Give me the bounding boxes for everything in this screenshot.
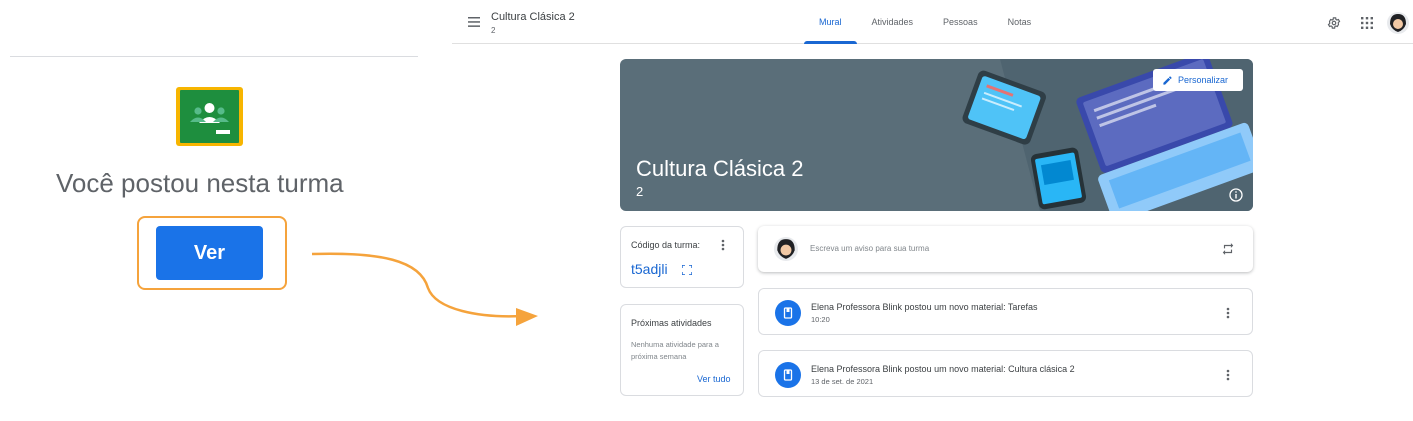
view-all-link[interactable]: Ver tudo — [697, 374, 731, 384]
tab-atividades[interactable]: Atividades — [857, 0, 929, 44]
upcoming-empty-message: Nenhuma atividade para a próxima semana — [631, 340, 719, 361]
divider — [10, 56, 418, 57]
post-time: 10:20 — [811, 315, 830, 324]
top-bar: Cultura Clásica 2 2 Mural Atividades Pes… — [452, 0, 1413, 44]
class-section: 2 — [491, 26, 496, 35]
view-button[interactable]: Ver — [156, 226, 263, 280]
upcoming-title: Próximas atividades — [631, 318, 712, 328]
post-time: 13 de set. de 2021 — [811, 377, 874, 386]
material-icon — [775, 362, 801, 388]
class-code-card: Código da turma: t5adjli — [620, 226, 744, 288]
customize-label: Personalizar — [1178, 75, 1229, 85]
banner-title: Cultura Clásica 2 — [636, 156, 804, 181]
class-title[interactable]: Cultura Clásica 2 — [491, 11, 575, 23]
classroom-people-icon — [190, 103, 230, 134]
banner-section: 2 — [636, 184, 644, 199]
notification-panel: Você postou nesta turma Ver — [0, 0, 538, 421]
pencil-icon — [1163, 75, 1172, 85]
repost-icon[interactable] — [1221, 242, 1235, 256]
fullscreen-icon[interactable] — [682, 265, 692, 275]
announce-placeholder[interactable]: Escreva um aviso para sua turma — [810, 244, 929, 253]
stream-post[interactable]: Elena Professora Blink postou um novo ma… — [758, 288, 1253, 335]
class-code-label: Código da turma: — [631, 240, 701, 250]
upcoming-card: Próximas atividades Nenhuma atividade pa… — [620, 304, 744, 396]
class-code-value: t5adjli — [631, 261, 668, 277]
tab-bar: Mural Atividades Pessoas Notas — [804, 0, 1046, 44]
tab-mural[interactable]: Mural — [804, 0, 857, 44]
post-title: Elena Professora Blink postou um novo ma… — [811, 364, 1075, 374]
account-avatar[interactable] — [1387, 12, 1409, 34]
posted-message: Você postou nesta turma — [56, 168, 344, 198]
stream-post[interactable]: Elena Professora Blink postou um novo ma… — [758, 350, 1253, 397]
google-classroom-logo-icon — [176, 87, 243, 146]
customize-button[interactable]: Personalizar — [1153, 69, 1243, 91]
apps-grid-icon[interactable] — [1361, 17, 1373, 29]
class-banner: Cultura Clásica 2 2 Personalizar — [620, 59, 1253, 211]
tab-pessoas[interactable]: Pessoas — [928, 0, 993, 44]
more-vert-icon[interactable] — [1226, 307, 1230, 319]
info-icon[interactable] — [1229, 188, 1243, 202]
gear-icon[interactable] — [1327, 16, 1341, 30]
more-vert-icon[interactable] — [1226, 369, 1230, 381]
more-vert-icon[interactable] — [721, 239, 725, 251]
classroom-app: Cultura Clásica 2 2 Mural Atividades Pes… — [452, 0, 1413, 421]
post-title: Elena Professora Blink postou um novo ma… — [811, 302, 1038, 312]
menu-icon[interactable] — [468, 16, 480, 28]
user-avatar — [774, 237, 798, 261]
announce-box[interactable]: Escreva um aviso para sua turma — [758, 226, 1253, 272]
tab-notas[interactable]: Notas — [993, 0, 1047, 44]
material-icon — [775, 300, 801, 326]
